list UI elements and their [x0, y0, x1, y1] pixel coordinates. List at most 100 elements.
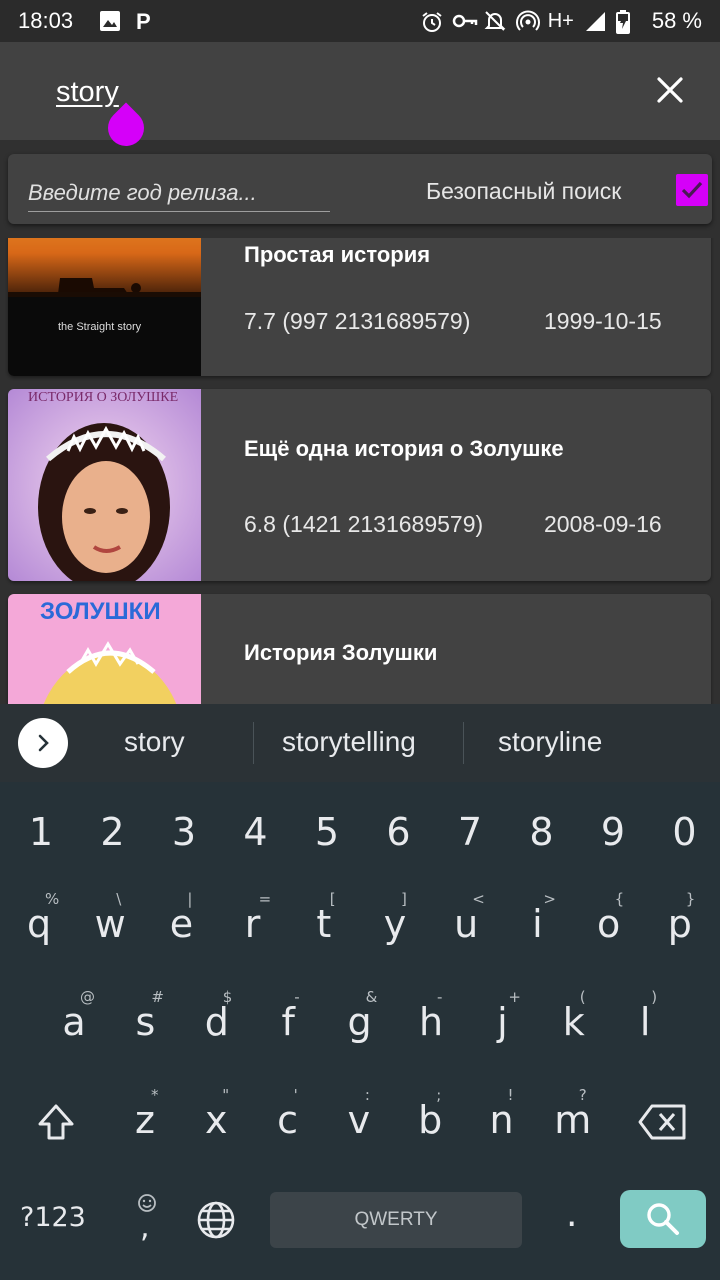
alarm-icon — [420, 10, 442, 32]
key-hint: : — [364, 1086, 370, 1104]
poster-caption: ИСТОРИЯ О ЗОЛУШКЕ — [28, 390, 179, 405]
key-4[interactable]: 4 — [242, 810, 270, 854]
release-year-input[interactable] — [28, 174, 330, 212]
key-hint: " — [222, 1086, 230, 1104]
suggestion-item[interactable]: storytelling — [282, 726, 416, 758]
key-g[interactable]: & g — [340, 988, 380, 1044]
key-i[interactable]: > i — [517, 890, 557, 946]
key-l[interactable]: ) l — [625, 988, 665, 1044]
key-h[interactable]: -h — [411, 988, 451, 1044]
movie-poster: the Straight story — [8, 238, 201, 376]
movie-title: История Золушки — [244, 640, 438, 665]
clear-search-button[interactable] — [648, 70, 692, 114]
period-key[interactable]: . — [566, 1194, 577, 1235]
backspace-key[interactable] — [638, 1102, 688, 1142]
key-a[interactable]: @ a — [54, 988, 95, 1044]
key-label: a — [62, 1000, 86, 1044]
poster-caption: ЗОЛУШКИ — [40, 598, 161, 625]
shift-key[interactable] — [34, 1100, 78, 1144]
symbols-key[interactable]: ?123 — [20, 1202, 86, 1233]
network-type: H+ — [547, 9, 574, 32]
key-label: y — [383, 902, 407, 946]
suggestion-item[interactable]: story — [124, 726, 185, 758]
key-label: v — [347, 1098, 371, 1142]
key-e[interactable]: | e — [161, 890, 201, 946]
key-icon — [452, 10, 477, 32]
key-label: j — [497, 1000, 508, 1044]
key-label: u — [454, 902, 479, 946]
key-u[interactable]: < u — [446, 890, 486, 946]
battery-icon — [615, 10, 638, 34]
key-f[interactable]: -f — [268, 988, 308, 1044]
key-hint: \ — [116, 890, 122, 908]
key-8[interactable]: 8 — [528, 810, 556, 854]
shift-icon — [38, 1104, 74, 1140]
key-label: c — [277, 1098, 299, 1142]
key-2[interactable]: 2 — [99, 810, 127, 854]
key-9[interactable]: 9 — [599, 810, 627, 854]
language-key[interactable] — [196, 1200, 236, 1240]
key-j[interactable]: + j — [482, 988, 522, 1044]
key-y[interactable]: ] y — [375, 890, 415, 946]
movie-rating: 7.7 (997 2131689579) — [244, 308, 471, 334]
key-d[interactable]: $ d — [197, 988, 237, 1044]
key-b[interactable]: ; b — [410, 1086, 450, 1142]
key-s[interactable]: # s — [125, 988, 165, 1044]
key-hint: $ — [222, 988, 233, 1006]
key-label: l — [639, 1000, 651, 1044]
key-3[interactable]: 3 — [170, 810, 198, 854]
key-label: p — [667, 902, 692, 946]
expand-suggestions-button[interactable] — [18, 718, 68, 768]
key-k[interactable]: (k — [554, 988, 594, 1044]
key-hint: * — [151, 1086, 159, 1104]
suggestion-item[interactable]: storyline — [498, 726, 602, 758]
backspace-icon — [638, 1104, 686, 1140]
key-v[interactable]: :v — [339, 1086, 379, 1142]
search-input[interactable]: story — [56, 76, 119, 109]
comma-label: , — [140, 1210, 150, 1245]
key-hint: | — [187, 890, 193, 908]
key-6[interactable]: 6 — [385, 810, 413, 854]
key-hint: - — [294, 988, 300, 1006]
key-w[interactable]: \ w — [90, 890, 130, 946]
battery-percent: 58 % — [651, 8, 702, 33]
key-hint: ! — [507, 1086, 514, 1104]
checkmark-icon — [681, 181, 703, 199]
key-x[interactable]: " x — [196, 1086, 236, 1142]
safe-search-checkbox[interactable] — [676, 174, 708, 206]
key-label: i — [532, 902, 543, 946]
key-t[interactable]: [t — [304, 890, 344, 946]
emoji-comma-key[interactable]: , — [128, 1190, 164, 1246]
key-label: o — [596, 902, 621, 946]
key-label: m — [554, 1098, 592, 1142]
key-5[interactable]: 5 — [313, 810, 341, 854]
parking-app-icon: P — [133, 9, 155, 34]
key-7[interactable]: 7 — [456, 810, 484, 854]
key-z[interactable]: * z — [125, 1086, 165, 1142]
svg-text:P: P — [136, 10, 151, 32]
key-q[interactable]: % q — [19, 890, 59, 946]
key-hint: & — [365, 988, 378, 1006]
key-c[interactable]: ' c — [268, 1086, 308, 1142]
key-o[interactable]: {o — [589, 890, 629, 946]
key-r[interactable]: = r — [233, 890, 273, 946]
notifications-off-icon — [484, 10, 506, 32]
search-key[interactable] — [620, 1190, 706, 1248]
key-m[interactable]: ? m — [553, 1086, 593, 1142]
result-card[interactable]: the Straight story Простая история 7.7 (… — [8, 238, 711, 376]
key-label: z — [135, 1098, 155, 1142]
key-0[interactable]: 0 — [671, 810, 699, 854]
key-n[interactable]: ! n — [482, 1086, 522, 1142]
movie-release-date: 1999-10-15 — [544, 308, 662, 334]
gallery-icon — [99, 10, 121, 32]
key-label: x — [205, 1098, 228, 1142]
close-icon — [656, 76, 684, 109]
results-list[interactable]: the Straight story Простая история 7.7 (… — [0, 238, 720, 704]
movie-poster: ЗОЛУШКИ — [8, 594, 201, 704]
key-1[interactable]: 1 — [27, 810, 55, 854]
key-p[interactable]: } p — [660, 890, 700, 946]
key-label: b — [418, 1098, 443, 1142]
result-card[interactable]: ЗОЛУШКИ История Золушки — [8, 594, 711, 704]
result-card[interactable]: ИСТОРИЯ О ЗОЛУШКЕ Ещё одна история о Зол… — [8, 389, 711, 581]
space-key[interactable]: QWERTY — [270, 1192, 522, 1248]
